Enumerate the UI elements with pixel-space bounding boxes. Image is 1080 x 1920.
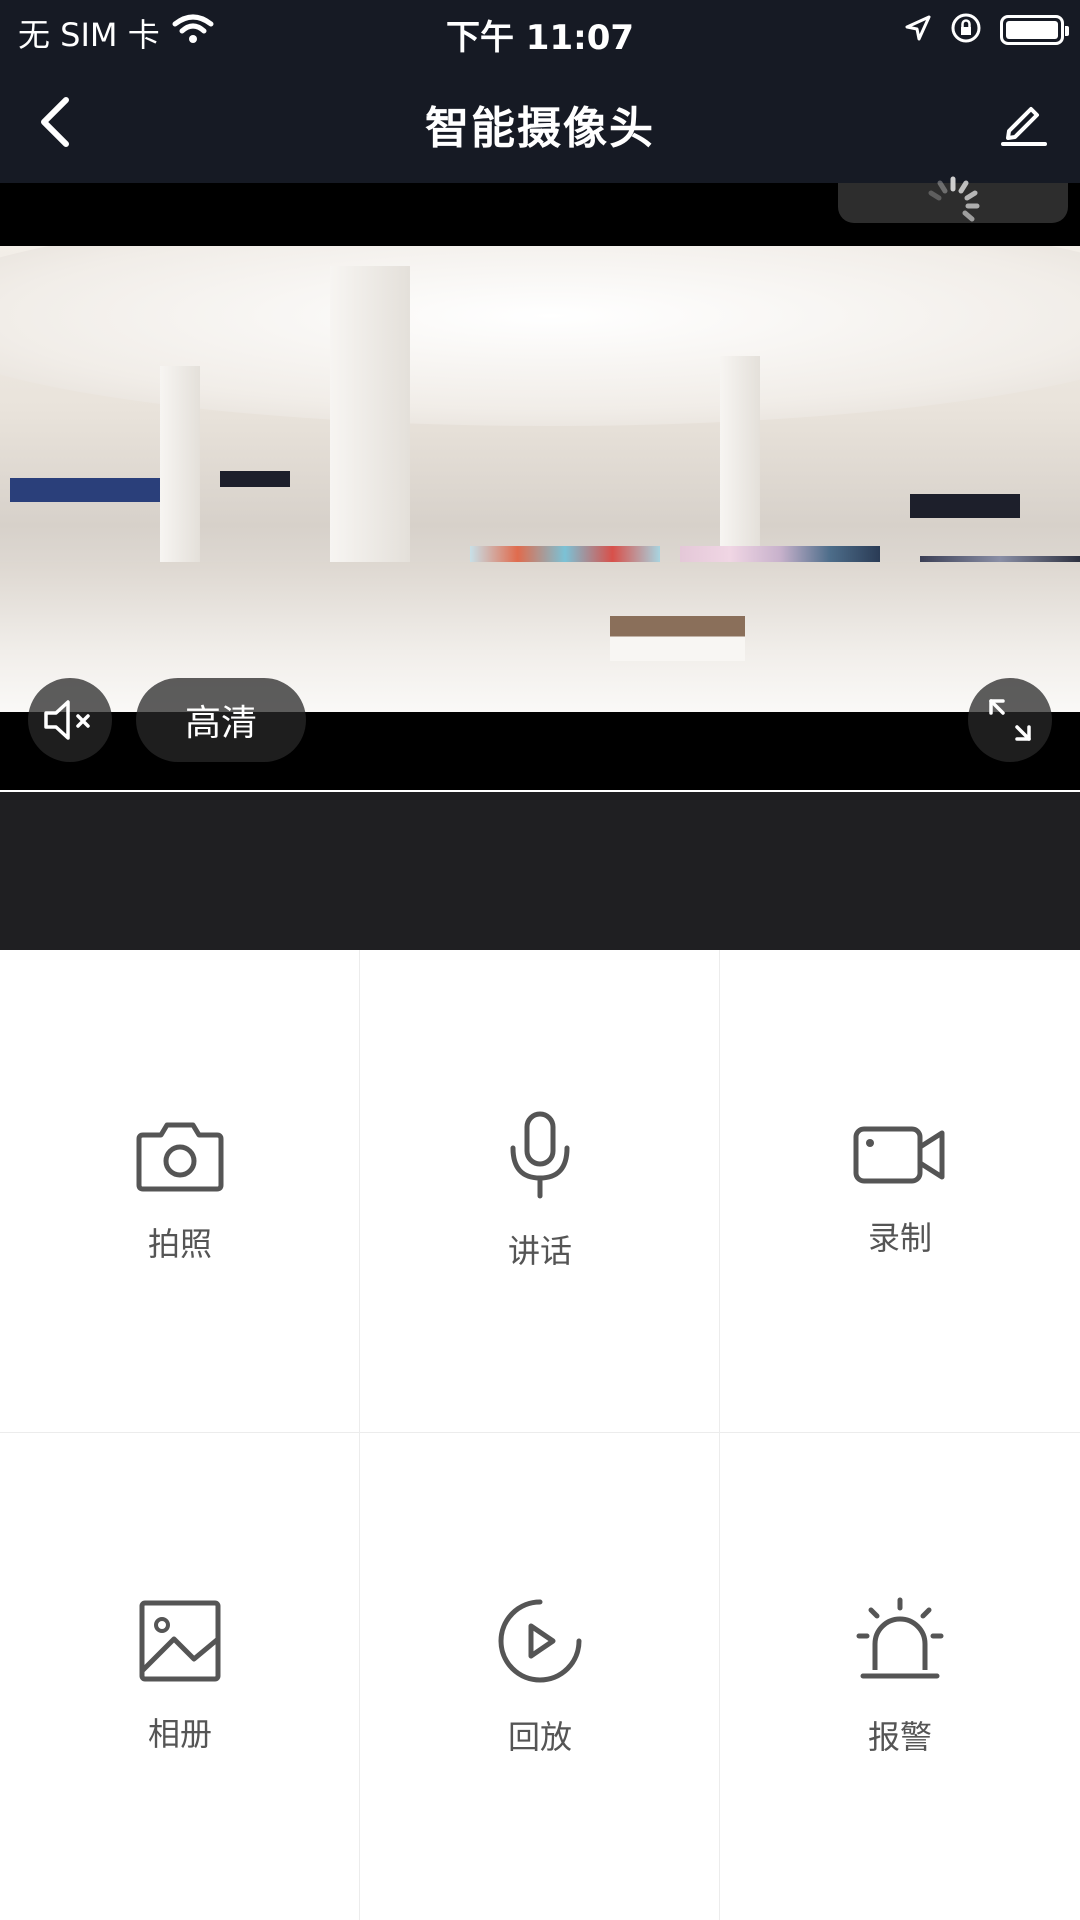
function-playback[interactable]: 回放	[360, 1433, 720, 1920]
camera-icon	[136, 1122, 224, 1192]
function-label: 讲话	[507, 1232, 572, 1270]
function-label: 录制	[867, 1219, 932, 1257]
function-record[interactable]: 录制	[720, 950, 1080, 1432]
function-alarm[interactable]: 报警	[720, 1433, 1080, 1920]
mute-button[interactable]	[28, 678, 112, 762]
rotation-lock-icon	[950, 12, 982, 48]
function-label: 报警	[867, 1717, 932, 1756]
video-footer-bar	[0, 792, 1080, 950]
feed-sign	[910, 494, 1020, 518]
pencil-icon	[1001, 107, 1047, 146]
image-icon	[139, 1600, 221, 1681]
function-talk[interactable]: 讲话	[360, 950, 720, 1432]
function-grid: 拍照 讲话 录制 相册 回放 报警	[0, 950, 1080, 1920]
nav-bar: 智能摄像头	[0, 70, 1080, 170]
status-bar: 无 SIM 卡 下午 11:07	[0, 0, 1080, 60]
quality-label: 高清	[184, 703, 257, 744]
function-label: 回放	[507, 1717, 572, 1756]
camera-feed	[0, 246, 1080, 712]
microphone-icon	[510, 1111, 570, 1199]
video-player[interactable]: 高清	[0, 176, 1080, 790]
feed-pillar	[160, 366, 200, 586]
feed-pillar	[330, 266, 410, 606]
quality-toggle-button[interactable]: 高清	[136, 678, 306, 762]
edit-button[interactable]	[994, 92, 1054, 152]
fullscreen-expand-icon	[989, 699, 1031, 741]
feed-sign	[220, 471, 290, 487]
alarm-icon	[856, 1597, 944, 1678]
status-right	[904, 12, 1069, 48]
page-title: 智能摄像头	[425, 103, 655, 154]
video-record-icon	[853, 1126, 945, 1184]
fullscreen-button[interactable]	[968, 678, 1052, 762]
battery-icon	[1000, 15, 1069, 45]
playback-icon	[498, 1599, 582, 1682]
function-label: 拍照	[147, 1225, 212, 1263]
function-label: 相册	[147, 1714, 212, 1753]
loading-indicator	[838, 176, 1068, 223]
function-album[interactable]: 相册	[0, 1433, 360, 1920]
loading-spinner-icon	[928, 176, 980, 222]
feed-display-table	[610, 616, 745, 661]
speaker-muted-icon	[44, 700, 90, 740]
top-header: 无 SIM 卡 下午 11:07 智能摄像头	[0, 0, 1080, 183]
function-take-photo[interactable]: 拍照	[0, 950, 360, 1432]
feed-sign	[10, 478, 160, 502]
location-arrow-icon	[904, 14, 932, 46]
